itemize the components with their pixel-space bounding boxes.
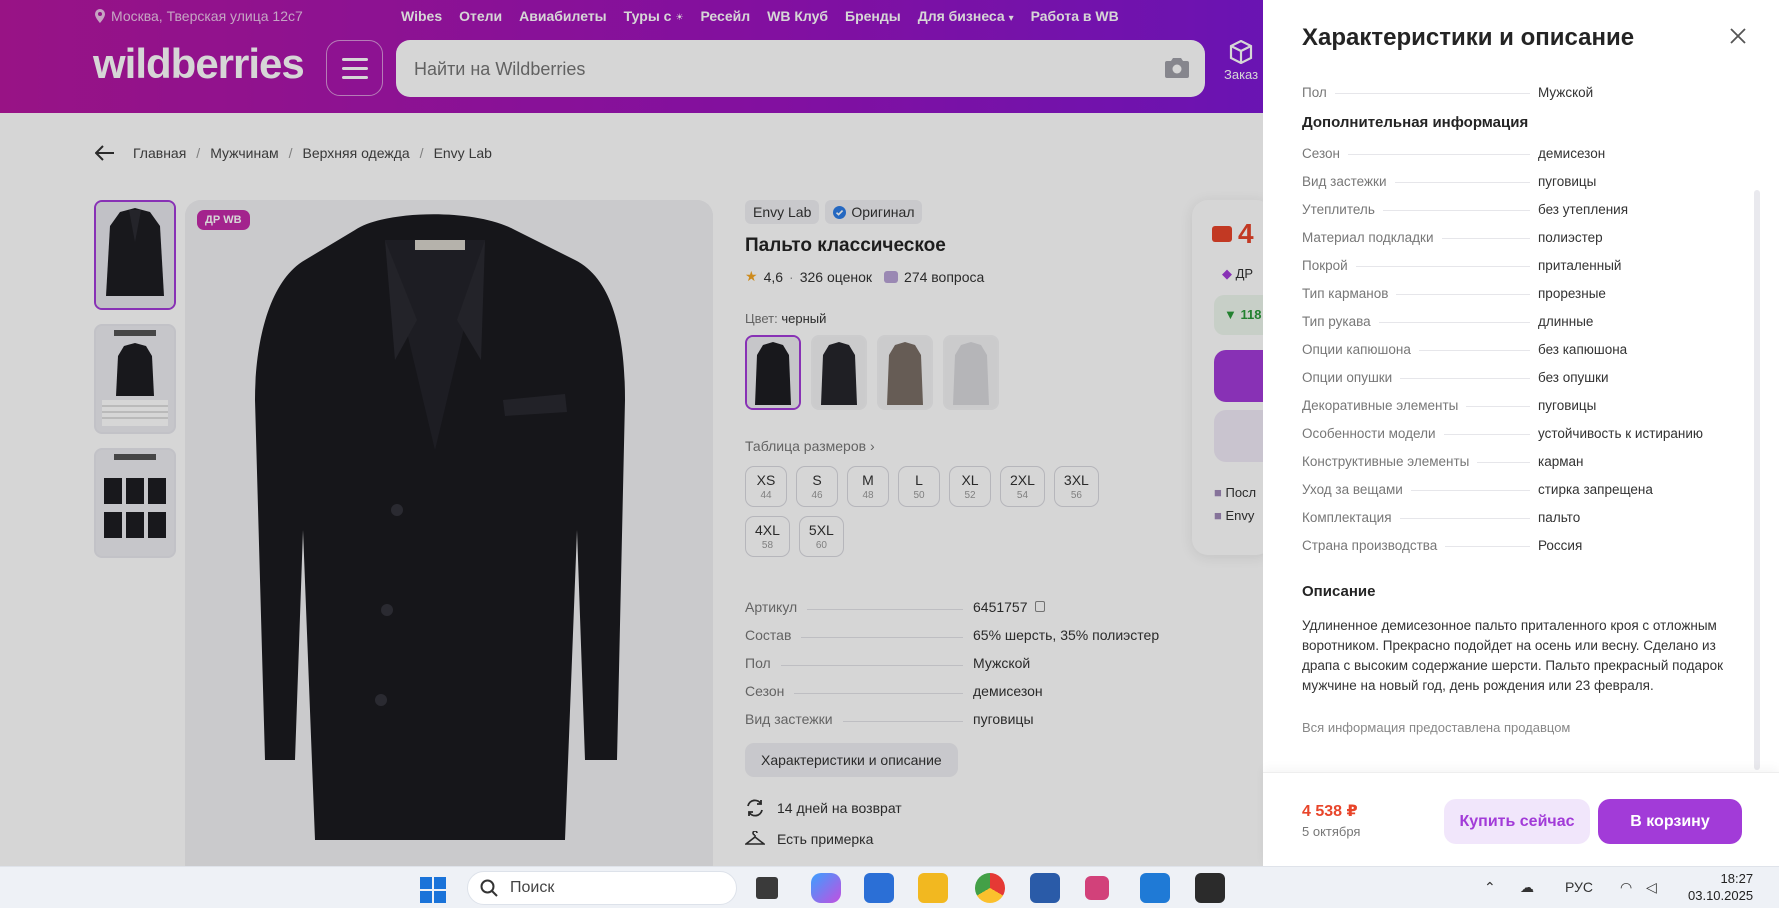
- vscode-icon[interactable]: [1140, 873, 1170, 903]
- terminal-powershell-icon[interactable]: [1030, 873, 1060, 903]
- panel-footer: 4 538 ₽ 5 октября Купить сейчас В корзин…: [1263, 772, 1779, 866]
- char-row: Особенности модели устойчивость к истиран…: [1302, 426, 1704, 441]
- char-row: Тип карманов прорезные: [1302, 286, 1606, 301]
- char-row: Комплектация пальто: [1302, 510, 1581, 525]
- snipping-tool-icon[interactable]: [1085, 876, 1109, 900]
- char-row: Утеплитель без утепления: [1302, 202, 1629, 217]
- buy-now-button[interactable]: Купить сейчас: [1444, 799, 1590, 844]
- search-icon: [480, 879, 498, 897]
- add-to-cart-button[interactable]: В корзину: [1598, 799, 1742, 844]
- panel-title: Характеристики и описание: [1302, 24, 1635, 51]
- seller-note: Вся информация предоставлена продавцом: [1302, 720, 1571, 735]
- panel-scrollbar[interactable]: [1754, 190, 1760, 770]
- characteristics-panel: Характеристики и описание Пол Мужской Доп…: [1263, 0, 1779, 866]
- volume-icon[interactable]: ◁: [1646, 879, 1657, 896]
- wifi-icon[interactable]: ◠: [1620, 879, 1632, 896]
- description-text: Удлиненное демисезонное пальто приталенн…: [1302, 618, 1723, 693]
- char-row: Конструктивные элементы карман: [1302, 454, 1584, 469]
- close-icon[interactable]: [1730, 28, 1746, 44]
- taskbar-search[interactable]: Поиск: [467, 871, 737, 905]
- char-row: Опции опушки без опушки: [1302, 370, 1609, 385]
- language-indicator[interactable]: РУС: [1565, 879, 1593, 895]
- char-row: Тип рукава длинные: [1302, 314, 1594, 329]
- task-view-icon[interactable]: [756, 877, 778, 899]
- terminal-icon[interactable]: [1195, 873, 1225, 903]
- file-explorer-icon[interactable]: [918, 873, 948, 903]
- clock[interactable]: 18:27 03.10.2025: [1688, 870, 1753, 904]
- modal-overlay[interactable]: [0, 0, 1263, 866]
- footer-price: 4 538 ₽: [1302, 803, 1358, 820]
- section-description-heading: Описание: [1302, 583, 1376, 600]
- windows-start-icon[interactable]: [420, 877, 446, 903]
- windows-taskbar: Поиск ⌃ ☁ РУС ◠ ◁ 18:27 03.10.2025: [0, 866, 1779, 908]
- char-row: Опции капюшона без капюшона: [1302, 342, 1628, 357]
- char-row: Пол Мужской: [1302, 85, 1594, 100]
- panel-content: Пол Мужской Дополнительная информация Сез…: [1302, 72, 1728, 735]
- clock-date: 03.10.2025: [1688, 888, 1754, 903]
- store-icon[interactable]: [864, 873, 894, 903]
- char-row: Покрой приталенный: [1302, 258, 1622, 273]
- footer-delivery-date: 5 октября: [1302, 824, 1361, 839]
- char-row: Вид застежки пуговицы: [1302, 174, 1597, 189]
- copilot-icon[interactable]: [811, 873, 841, 903]
- tray-chevron-icon[interactable]: ⌃: [1484, 879, 1496, 896]
- cloud-icon[interactable]: ☁: [1520, 879, 1534, 896]
- char-row: Уход за вещами стирка запрещена: [1302, 482, 1653, 497]
- char-row: Страна производства Россия: [1302, 538, 1583, 553]
- char-row: Декоративные элементы пуговицы: [1302, 398, 1597, 413]
- chrome-icon[interactable]: [975, 873, 1005, 903]
- clock-time: 18:27: [1720, 871, 1754, 886]
- char-row: Материал подкладки полиэстер: [1302, 230, 1603, 245]
- char-row: Сезон демисезон: [1302, 146, 1606, 161]
- section-extra-heading: Дополнительная информация: [1302, 114, 1529, 131]
